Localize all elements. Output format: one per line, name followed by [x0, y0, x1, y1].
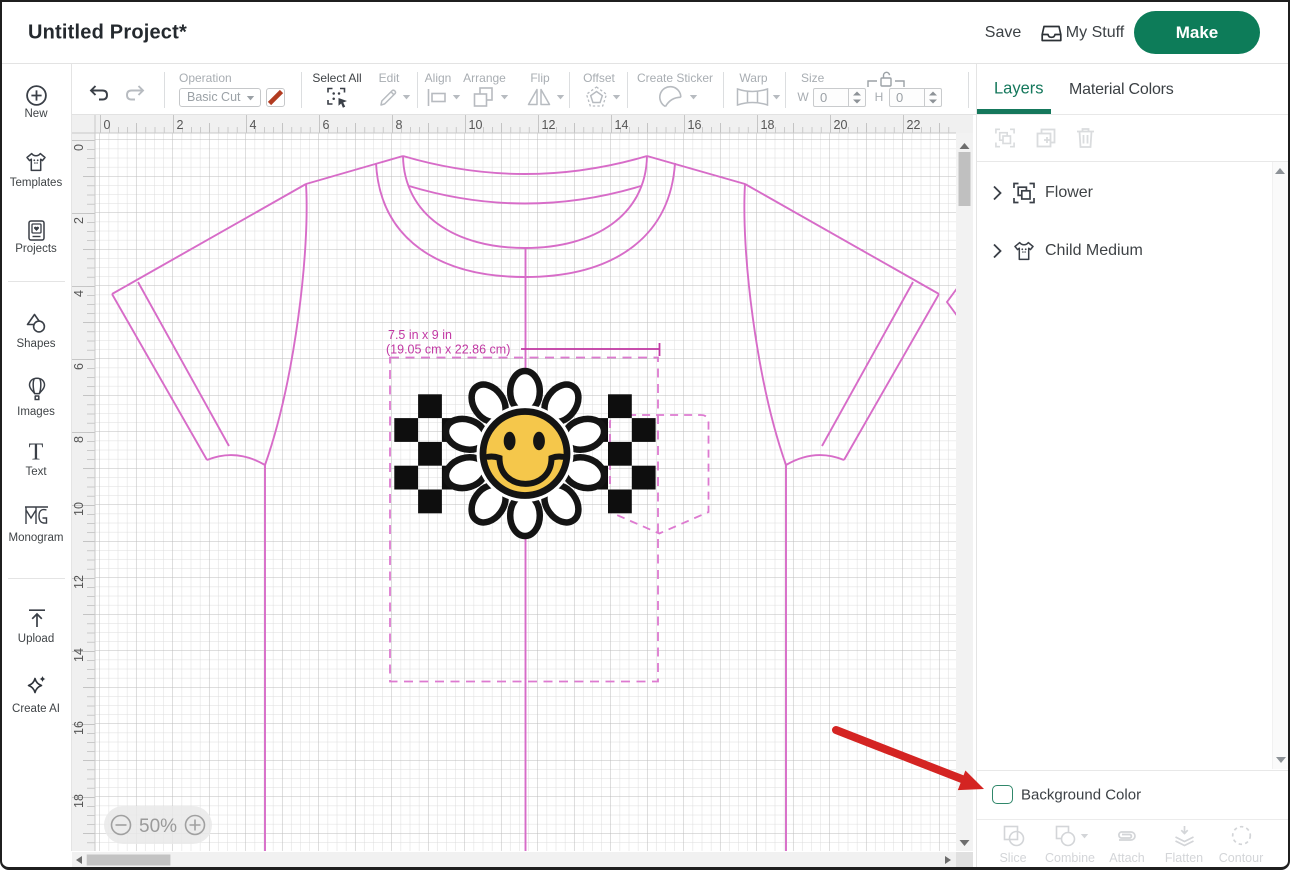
svg-text:8: 8 — [396, 118, 403, 132]
svg-text:14: 14 — [615, 118, 629, 132]
svg-text:2: 2 — [177, 118, 184, 132]
svg-text:6: 6 — [323, 118, 330, 132]
svg-text:8: 8 — [72, 436, 86, 443]
svg-text:4: 4 — [72, 290, 86, 297]
svg-text:0: 0 — [104, 118, 111, 132]
svg-text:12: 12 — [72, 575, 86, 589]
svg-text:22: 22 — [907, 118, 921, 132]
svg-text:10: 10 — [469, 118, 483, 132]
svg-text:18: 18 — [72, 794, 86, 808]
svg-text:10: 10 — [72, 502, 86, 516]
svg-text:(19.05 cm x 22.86 cm): (19.05 cm x 22.86 cm) — [386, 343, 510, 357]
svg-text:20: 20 — [834, 118, 848, 132]
svg-text:2: 2 — [72, 217, 86, 224]
svg-text:6: 6 — [72, 363, 86, 370]
svg-text:16: 16 — [72, 721, 86, 735]
svg-text:50%: 50% — [139, 816, 177, 837]
svg-text:0: 0 — [72, 144, 86, 151]
svg-text:4: 4 — [250, 118, 257, 132]
svg-text:18: 18 — [761, 118, 775, 132]
svg-text:16: 16 — [688, 118, 702, 132]
svg-text:14: 14 — [72, 648, 86, 662]
svg-text:7.5 in x 9 in: 7.5 in x 9 in — [388, 328, 452, 342]
svg-text:12: 12 — [542, 118, 556, 132]
